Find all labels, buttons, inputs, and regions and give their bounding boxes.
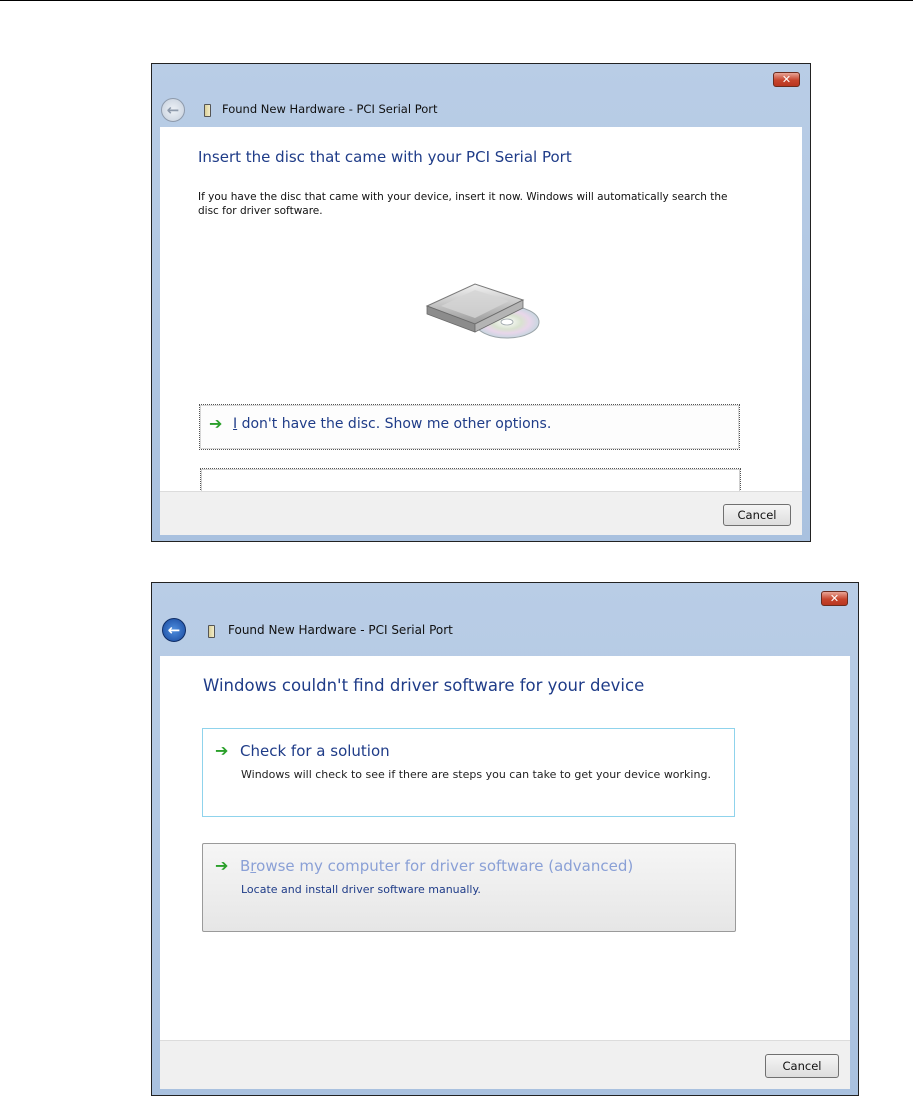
green-arrow-icon: ➔ <box>215 741 229 760</box>
title-bar: ✕ ← Found New Hardware - PCI Serial Port <box>152 64 810 127</box>
browse-title-start: B <box>240 857 251 875</box>
green-arrow-icon: ➔ <box>215 856 229 875</box>
page-heading: Windows couldn't find driver software fo… <box>203 676 645 695</box>
no-disc-option-label: I don't have the disc. Show me other opt… <box>233 416 551 432</box>
back-arrow-icon[interactable]: ← <box>162 618 186 642</box>
hardware-device-icon <box>204 104 211 117</box>
check-solution-description: Windows will check to see if there are s… <box>241 768 711 781</box>
dialog-driver-not-found: ✕ ← Found New Hardware - PCI Serial Port… <box>151 582 859 1096</box>
footer-bar: Cancel <box>160 1040 850 1089</box>
close-icon[interactable]: ✕ <box>821 591 848 606</box>
hardware-device-icon <box>208 625 215 638</box>
no-disc-option-text: don't have the disc. Show me other optio… <box>237 416 552 432</box>
check-solution-option[interactable]: ➔ Check for a solution Windows will chec… <box>202 728 735 817</box>
window-title: Found New Hardware - PCI Serial Port <box>228 623 453 637</box>
green-arrow-icon: ➔ <box>209 414 223 433</box>
disc-drive-icon <box>425 283 540 339</box>
back-arrow-icon[interactable]: ← <box>161 98 185 122</box>
browse-computer-description: Locate and install driver software manua… <box>241 883 481 896</box>
cancel-button[interactable]: Cancel <box>723 504 791 526</box>
footer-bar: Cancel <box>160 491 802 535</box>
dialog-insert-disc: ✕ ← Found New Hardware - PCI Serial Port… <box>151 63 811 542</box>
check-solution-title: Check for a solution <box>240 742 390 760</box>
window-title: Found New Hardware - PCI Serial Port <box>222 102 438 116</box>
browse-computer-title: Browse my computer for driver software (… <box>240 857 633 875</box>
browse-computer-option[interactable]: ➔ Browse my computer for driver software… <box>202 843 736 932</box>
cancel-button[interactable]: Cancel <box>765 1054 839 1078</box>
page-heading: Insert the disc that came with your PCI … <box>198 148 572 166</box>
close-icon[interactable]: ✕ <box>773 72 800 87</box>
browse-title-end: owse my computer for driver software (ad… <box>256 857 634 875</box>
page-top-rule <box>0 0 913 1</box>
title-bar: ✕ ← Found New Hardware - PCI Serial Port <box>152 583 858 646</box>
no-disc-option-frame[interactable]: ➔ I don't have the disc. Show me other o… <box>199 404 740 450</box>
instructions-text: If you have the disc that came with your… <box>198 191 728 218</box>
